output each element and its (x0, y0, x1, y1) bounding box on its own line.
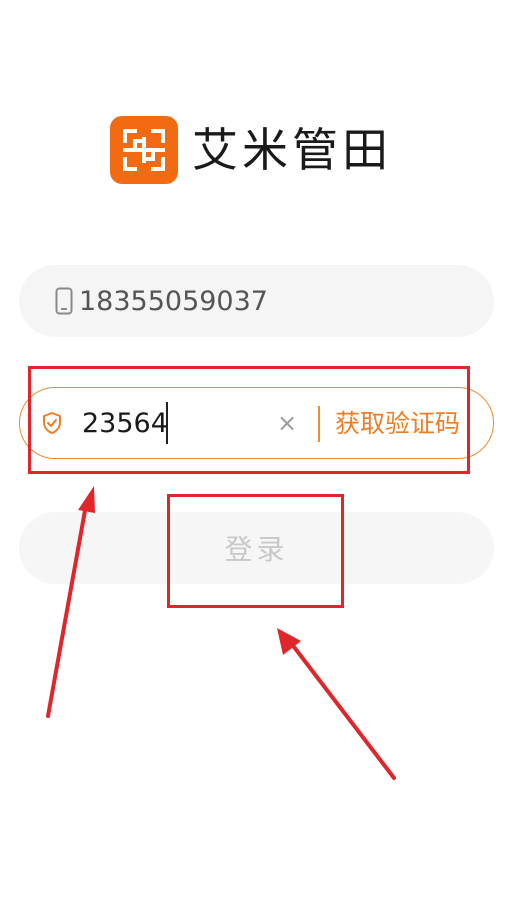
phone-input[interactable]: 18355059037 (79, 288, 268, 315)
app-logo: 艾米管田 (110, 116, 392, 184)
brand-name: 艾米管田 (192, 123, 392, 177)
annotation-box-login-button (167, 494, 344, 608)
phone-icon (55, 287, 73, 315)
grid-frame-icon (110, 116, 178, 184)
annotation-box-code-field (28, 366, 470, 474)
phone-field[interactable]: 18355059037 (19, 265, 494, 337)
annotation-arrow-right (277, 628, 396, 780)
